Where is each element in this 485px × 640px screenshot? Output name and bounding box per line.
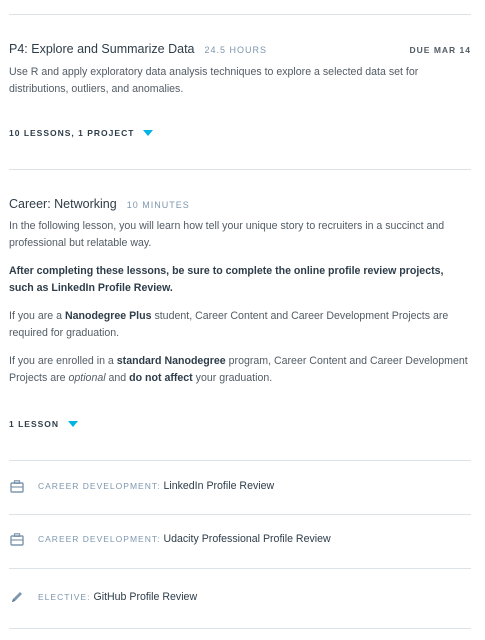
project-name: LinkedIn Profile Review	[163, 480, 275, 492]
due-date: DUE MAR 14	[409, 45, 471, 55]
italic-text: optional	[68, 372, 106, 384]
bold-text: Nanodegree Plus	[64, 310, 152, 322]
divider	[9, 514, 471, 515]
paragraph-bold: After completing these lessons, be sure …	[9, 263, 471, 297]
divider	[9, 169, 471, 170]
bold-text: do not affect	[129, 372, 193, 384]
briefcase-icon	[9, 478, 25, 494]
project-type: CAREER DEVELOPMENT:	[38, 534, 161, 544]
paragraph-standard: If you are enrolled in a standard Nanode…	[9, 353, 471, 387]
project-row-github[interactable]: ELECTIVE: GitHub Profile Review	[9, 589, 471, 605]
section-description: Use R and apply exploratory data analysi…	[9, 66, 419, 95]
text: and	[105, 372, 130, 384]
section-duration: 10 MINUTES	[126, 200, 190, 210]
section-p4: P4: Explore and Summarize Data 24.5 HOUR…	[9, 42, 471, 98]
divider	[9, 460, 471, 461]
lessons-toggle[interactable]: 1 LESSON	[9, 419, 79, 429]
lessons-toggle-label: 10 LESSONS, 1 PROJECT	[9, 128, 135, 138]
section-career-networking: Career: Networking 10 MINUTES In the fol…	[9, 197, 471, 387]
bold-text: After completing these lessons, be sure …	[9, 265, 444, 294]
project-name: Udacity Professional Profile Review	[163, 533, 331, 545]
section-duration: 24.5 HOURS	[204, 45, 268, 55]
project-name: GitHub Profile Review	[93, 591, 198, 603]
bold-text: standard Nanodegree	[116, 355, 226, 367]
project-type: ELECTIVE:	[38, 592, 91, 602]
text: your graduation.	[192, 372, 273, 384]
paragraph-intro: In the following lesson, you will learn …	[9, 220, 445, 249]
lessons-toggle-label: 1 LESSON	[9, 419, 60, 429]
divider-top	[9, 14, 471, 15]
divider	[9, 628, 471, 629]
section-title: Career: Networking	[9, 197, 117, 211]
text: If you are enrolled in a	[9, 355, 117, 367]
project-row-udacity-profile[interactable]: CAREER DEVELOPMENT: Udacity Professional…	[9, 531, 471, 547]
text: If you are a	[9, 310, 65, 322]
section-title: P4: Explore and Summarize Data	[9, 42, 195, 56]
divider	[9, 568, 471, 569]
caret-down-icon	[143, 130, 154, 136]
project-row-linkedin[interactable]: CAREER DEVELOPMENT: LinkedIn Profile Rev…	[9, 478, 471, 494]
caret-down-icon	[68, 421, 79, 427]
pencil-icon	[9, 589, 25, 605]
paragraph-plus: If you are a Nanodegree Plus student, Ca…	[9, 308, 471, 342]
briefcase-icon	[9, 531, 25, 547]
lessons-toggle[interactable]: 10 LESSONS, 1 PROJECT	[9, 128, 154, 138]
project-type: CAREER DEVELOPMENT:	[38, 481, 161, 491]
